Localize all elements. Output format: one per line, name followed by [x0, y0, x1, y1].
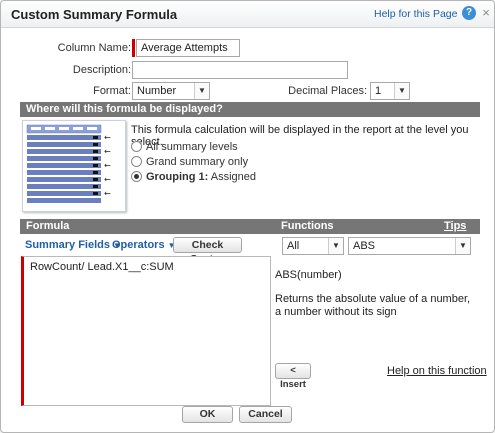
decimal-places-value: 1	[375, 85, 382, 97]
function-description: Returns the absolute value of a number, …	[275, 293, 471, 318]
svg-text:←: ←	[104, 147, 111, 156]
radio-label: All summary levels	[146, 141, 238, 153]
svg-text:←: ←	[104, 161, 111, 170]
insert-button[interactable]: < Insert	[275, 363, 311, 390]
tips-link[interactable]: Tips	[444, 220, 466, 232]
function-signature: ABS(number)	[275, 269, 342, 281]
column-name-input[interactable]	[136, 39, 240, 57]
decimal-places-label: Decimal Places:	[288, 85, 367, 97]
radio-button[interactable]	[131, 156, 142, 167]
dialog-titlebar: Custom Summary Formula Help for this Pag…	[1, 1, 494, 28]
operators-menu[interactable]: Operators ▼	[112, 239, 176, 251]
format-value: Number	[137, 85, 177, 97]
report-preview-image: ← ← ← ← ←	[22, 120, 126, 212]
required-marker	[132, 39, 135, 57]
radio-label-suffix: Assigned	[208, 171, 257, 183]
formula-editor[interactable]: RowCount/ Lead.X1__c:SUM	[21, 256, 271, 406]
help-on-this-function-link[interactable]: Help on this function	[387, 365, 487, 377]
report-levels-illustration: ← ← ← ← ←	[26, 124, 111, 203]
formula-section-header: Formula Functions Tips	[20, 219, 480, 234]
ok-button[interactable]: OK	[182, 406, 233, 423]
display-section-title: Where will this formula be displayed?	[26, 103, 223, 115]
summary-fields-label: Summary Fields	[25, 239, 110, 251]
display-section-header: Where will this formula be displayed?	[20, 102, 480, 117]
column-name-label: Column Name:	[57, 42, 131, 54]
help-for-this-page-link[interactable]: Help for this Page	[374, 8, 457, 20]
radio-grand-summary-only[interactable]: Grand summary only	[131, 155, 248, 169]
chevron-down-icon: ▼	[328, 238, 343, 254]
chevron-down-icon: ▼	[455, 238, 470, 254]
svg-text:←: ←	[104, 175, 111, 184]
radio-all-summary-levels[interactable]: All summary levels	[131, 140, 238, 154]
format-select[interactable]: Number ▼	[132, 82, 210, 100]
function-selected-value: ABS	[353, 240, 376, 252]
description-label: Description:	[72, 64, 131, 76]
summary-fields-menu[interactable]: Summary Fields ▼	[25, 239, 121, 251]
svg-text:←: ←	[104, 189, 111, 198]
close-icon[interactable]: ×	[480, 6, 492, 20]
dialog-title: Custom Summary Formula	[11, 7, 178, 22]
formula-header: Formula	[26, 220, 70, 232]
chevron-down-icon: ▼	[194, 83, 209, 99]
radio-label: Grouping 1:	[146, 171, 209, 183]
functions-header: Functions	[281, 220, 334, 232]
format-label: Format:	[93, 85, 131, 97]
function-category-select[interactable]: All ▼	[282, 237, 344, 255]
radio-button[interactable]	[131, 141, 142, 152]
radio-grouping-1[interactable]: Grouping 1: Assigned	[131, 170, 256, 184]
svg-text:←: ←	[104, 133, 111, 142]
formula-text: RowCount/ Lead.X1__c:SUM	[30, 261, 174, 273]
chevron-down-icon: ▼	[394, 83, 409, 99]
radio-button-selected[interactable]	[131, 171, 142, 182]
check-syntax-button[interactable]: Check Syntax	[173, 237, 242, 265]
function-select[interactable]: ABS ▼	[348, 237, 471, 255]
function-category-value: All	[287, 240, 300, 252]
custom-summary-formula-dialog: Custom Summary Formula Help for this Pag…	[0, 0, 495, 433]
radio-label: Grand summary only	[146, 156, 249, 168]
decimal-places-select[interactable]: 1 ▼	[370, 82, 410, 100]
cancel-button[interactable]: Cancel	[239, 406, 292, 423]
help-icon[interactable]: ?	[462, 6, 476, 20]
operators-label: Operators	[112, 239, 165, 251]
description-input[interactable]	[132, 61, 348, 79]
